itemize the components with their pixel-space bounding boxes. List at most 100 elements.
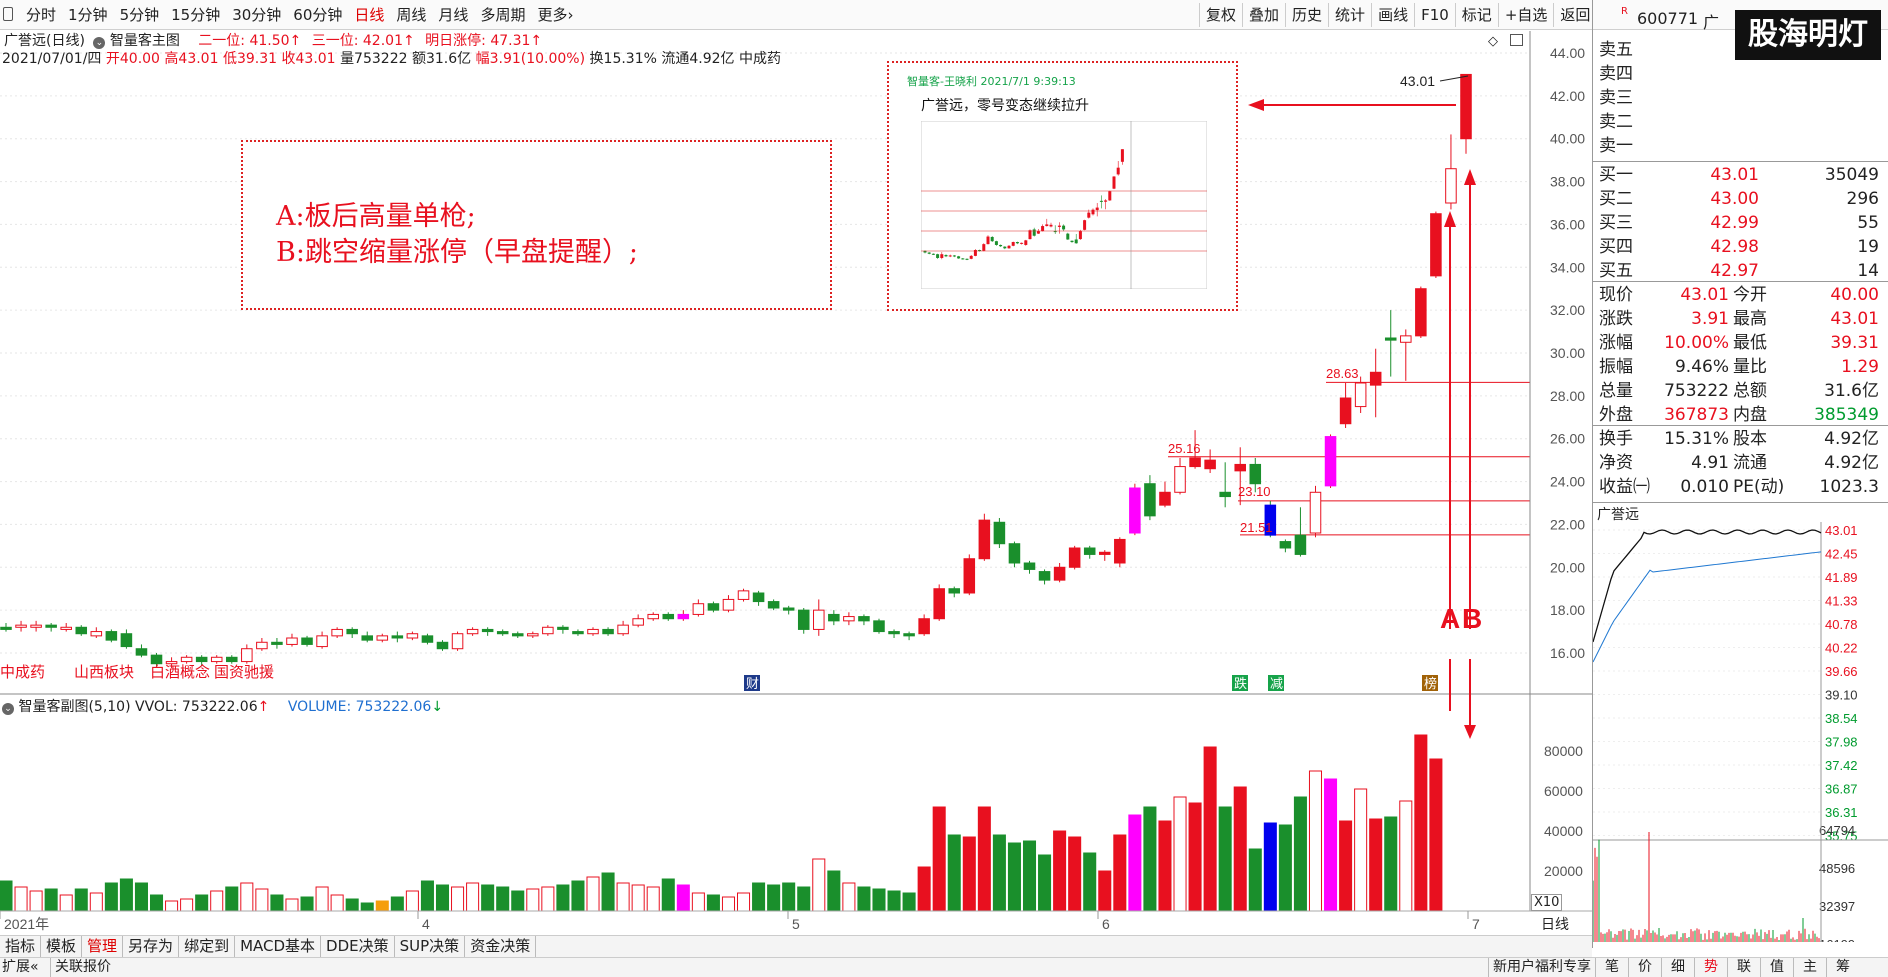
add-watchlist-button[interactable]: +自选 bbox=[1498, 3, 1554, 27]
price-tick: 30.00 bbox=[1550, 345, 1585, 361]
tab-manage[interactable]: 管理 bbox=[82, 936, 123, 957]
quote-cell: 量比 bbox=[1733, 355, 1767, 379]
inset-candle bbox=[1045, 224, 1048, 226]
stats-button[interactable]: 统计 bbox=[1328, 3, 1371, 27]
volume-bar bbox=[436, 885, 448, 911]
volume-bar bbox=[271, 895, 283, 911]
candle-body bbox=[347, 629, 358, 633]
tab-macd[interactable]: MACD基本 bbox=[235, 936, 321, 957]
window-toggle-icon[interactable] bbox=[1510, 34, 1523, 46]
chevron-right-icon: « bbox=[30, 959, 39, 975]
event-mark-bang[interactable]: 榜 bbox=[1422, 675, 1438, 692]
tab-template[interactable]: 模板 bbox=[41, 936, 82, 957]
event-mark-cai[interactable]: 财 bbox=[744, 675, 760, 692]
candle-body bbox=[377, 636, 388, 640]
tab-1min[interactable]: 1分钟 bbox=[62, 5, 114, 25]
fuquan-button[interactable]: 复权 bbox=[1199, 3, 1242, 27]
concept-tag[interactable]: 山西板块 bbox=[74, 661, 134, 682]
candle-body bbox=[61, 627, 72, 629]
candle-body bbox=[798, 610, 809, 629]
indicator-chevron-icon[interactable]: ⌄ bbox=[2, 703, 14, 715]
tab-bi[interactable]: 笔 bbox=[1595, 958, 1628, 977]
candle-body bbox=[1009, 544, 1020, 563]
f10-button[interactable]: F10 bbox=[1414, 3, 1455, 27]
tab-15min[interactable]: 15分钟 bbox=[165, 5, 226, 25]
vol-unit: X10 bbox=[1531, 894, 1562, 911]
candle-body bbox=[497, 632, 508, 634]
tab-5min[interactable]: 5分钟 bbox=[114, 5, 166, 25]
tab-shi[interactable]: 势 bbox=[1694, 958, 1727, 977]
volume-indicator-name[interactable]: 智量客副图(5,10) bbox=[18, 699, 130, 715]
quote-panel: R 600771 广 股海明灯 卖五 卖四 卖三 卖二 卖一 买一 43.01 35049 买二… bbox=[1592, 0, 1888, 948]
diamond-icon[interactable]: ◇ bbox=[1488, 34, 1498, 49]
promo-link[interactable]: 新用户福利专享 bbox=[1488, 958, 1595, 977]
menu-icon[interactable] bbox=[3, 7, 13, 21]
volume-bar bbox=[1069, 837, 1081, 911]
tab-fund[interactable]: 资金决策 bbox=[465, 936, 536, 957]
quote-cell: 买二 bbox=[1599, 187, 1633, 211]
tab-multi-period[interactable]: 多周期 bbox=[474, 5, 531, 25]
volume-bar bbox=[1144, 807, 1156, 911]
event-mark-jian[interactable]: 减 bbox=[1268, 675, 1284, 692]
tab-indicator[interactable]: 指标 bbox=[0, 936, 41, 957]
price-tick: 28.00 bbox=[1550, 388, 1585, 404]
tab-60min[interactable]: 60分钟 bbox=[287, 5, 348, 25]
concept-tag[interactable]: 中成药 bbox=[0, 661, 45, 682]
candle-body bbox=[1325, 437, 1336, 486]
tab-chou[interactable]: 筹 bbox=[1826, 958, 1859, 977]
quote-cell: 今开 bbox=[1733, 283, 1767, 307]
quote-cell: 35049 bbox=[1789, 163, 1879, 187]
tab-zhi[interactable]: 值 bbox=[1760, 958, 1793, 977]
candle-body bbox=[919, 619, 930, 634]
concept-tag[interactable]: 白酒概念 bbox=[150, 661, 210, 682]
indicator-chevron-icon[interactable]: ⌄ bbox=[93, 37, 105, 49]
tab-30min[interactable]: 30分钟 bbox=[226, 5, 287, 25]
overlay-button[interactable]: 叠加 bbox=[1242, 3, 1285, 27]
tab-jia[interactable]: 价 bbox=[1628, 958, 1661, 977]
inset-candle bbox=[1066, 234, 1069, 240]
tab-more[interactable]: 更多› bbox=[531, 5, 579, 25]
concept-tag[interactable]: 国资驰援 bbox=[214, 661, 274, 682]
intraday-mini-chart[interactable]: 43.01 42.45 41.89 41.33 40.78 40.22 39.66 39.10… bbox=[1593, 522, 1888, 942]
mini-price-tick: 36.31 bbox=[1825, 805, 1858, 820]
chart-header-line1: 广誉远(日线) ⌄ 智量客主图 二一位: 41.50↑ 三一位: 42.01↑ … bbox=[4, 32, 542, 50]
draw-button[interactable]: 画线 bbox=[1371, 3, 1414, 27]
back-button[interactable]: 返回 bbox=[1553, 3, 1596, 27]
quote-cell: 19 bbox=[1789, 235, 1879, 259]
quote-cell: 卖四 bbox=[1599, 62, 1633, 86]
expand-button[interactable]: 扩展« bbox=[2, 958, 39, 977]
event-mark-die[interactable]: 跌 bbox=[1232, 675, 1248, 692]
level-label-2151: 21.51 bbox=[1240, 520, 1273, 535]
candle-body bbox=[302, 638, 313, 644]
candle-body bbox=[16, 625, 27, 627]
candle-body bbox=[934, 589, 945, 619]
tab-fenshi[interactable]: 分时 bbox=[20, 5, 62, 25]
volume-bar bbox=[722, 897, 734, 911]
tab-lian[interactable]: 联 bbox=[1727, 958, 1760, 977]
mini-avg-line bbox=[1593, 552, 1821, 662]
tab-sup[interactable]: SUP决策 bbox=[395, 936, 466, 957]
mark-button[interactable]: 标记 bbox=[1455, 3, 1498, 27]
mini-tab-daily[interactable]: 日线 bbox=[1541, 914, 1569, 934]
volume-bar bbox=[105, 883, 117, 911]
tab-monthly[interactable]: 月线 bbox=[432, 5, 474, 25]
volume-bar bbox=[1054, 831, 1066, 911]
price-tick: 18.00 bbox=[1550, 602, 1585, 618]
indicator-name[interactable]: 智量客主图 bbox=[110, 33, 180, 49]
tab-bind-to[interactable]: 绑定到 bbox=[179, 936, 235, 957]
tab-save-as[interactable]: 另存为 bbox=[123, 936, 179, 957]
tab-xi[interactable]: 细 bbox=[1661, 958, 1694, 977]
tab-zhu[interactable]: 主 bbox=[1793, 958, 1826, 977]
inset-candle bbox=[970, 256, 973, 259]
tab-dde[interactable]: DDE决策 bbox=[321, 936, 395, 957]
tab-weekly[interactable]: 周线 bbox=[390, 5, 432, 25]
bar-change: 幅3.91(10.00%) bbox=[476, 51, 585, 67]
price-tick: 22.00 bbox=[1550, 516, 1585, 532]
volume-bar bbox=[1023, 841, 1035, 911]
candle-body bbox=[1401, 336, 1412, 342]
tab-daily[interactable]: 日线 bbox=[348, 5, 390, 25]
volume-bar bbox=[828, 871, 840, 911]
history-button[interactable]: 历史 bbox=[1285, 3, 1328, 27]
related-quote-button[interactable]: 关联报价 bbox=[50, 958, 111, 977]
quote-cell: 3.91 bbox=[1649, 307, 1729, 331]
